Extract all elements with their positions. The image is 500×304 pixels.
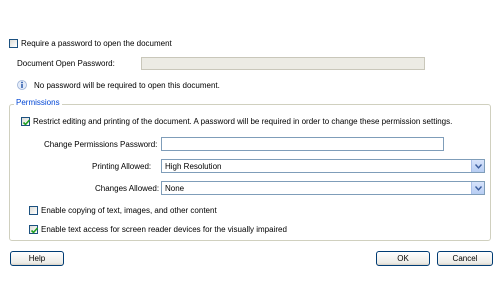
- change-password-label: Change Permissions Password:: [44, 140, 158, 149]
- open-password-label: Document Open Password:: [17, 59, 115, 68]
- changes-allowed-value: None: [165, 184, 185, 193]
- checkmark-icon: [22, 119, 31, 126]
- screen-reader-label: Enable text access for screen reader dev…: [41, 225, 287, 234]
- restrict-editing-checkbox[interactable]: [21, 117, 31, 126]
- screen-reader-checkbox[interactable]: [29, 225, 39, 234]
- permissions-group-title: Permissions: [14, 98, 62, 108]
- open-password-field[interactable]: [141, 57, 425, 70]
- chevron-down-icon: [475, 164, 482, 169]
- enable-copying-label: Enable copying of text, images, and othe…: [41, 206, 217, 215]
- require-password-label: Require a password to open the document: [21, 39, 172, 48]
- change-password-field[interactable]: [161, 137, 444, 151]
- chevron-down-icon: [475, 186, 482, 191]
- printing-allowed-select[interactable]: High Resolution: [161, 159, 485, 173]
- cancel-button[interactable]: Cancel: [437, 251, 493, 266]
- checkmark-icon: [30, 227, 39, 234]
- printing-allowed-value: High Resolution: [165, 162, 222, 171]
- printing-allowed-label: Printing Allowed:: [92, 162, 152, 171]
- info-message: No password will be required to open thi…: [34, 81, 220, 90]
- require-password-checkbox[interactable]: [9, 39, 18, 48]
- ok-button[interactable]: OK: [376, 251, 430, 266]
- printing-dropdown-button[interactable]: [471, 160, 484, 172]
- info-icon: [17, 80, 27, 90]
- enable-copying-checkbox[interactable]: [29, 206, 38, 215]
- changes-allowed-select[interactable]: None: [161, 181, 485, 195]
- help-button[interactable]: Help: [10, 251, 64, 266]
- changes-dropdown-button[interactable]: [471, 182, 484, 194]
- restrict-editing-label: Restrict editing and printing of the doc…: [33, 117, 453, 126]
- changes-allowed-label: Changes Allowed:: [95, 184, 160, 193]
